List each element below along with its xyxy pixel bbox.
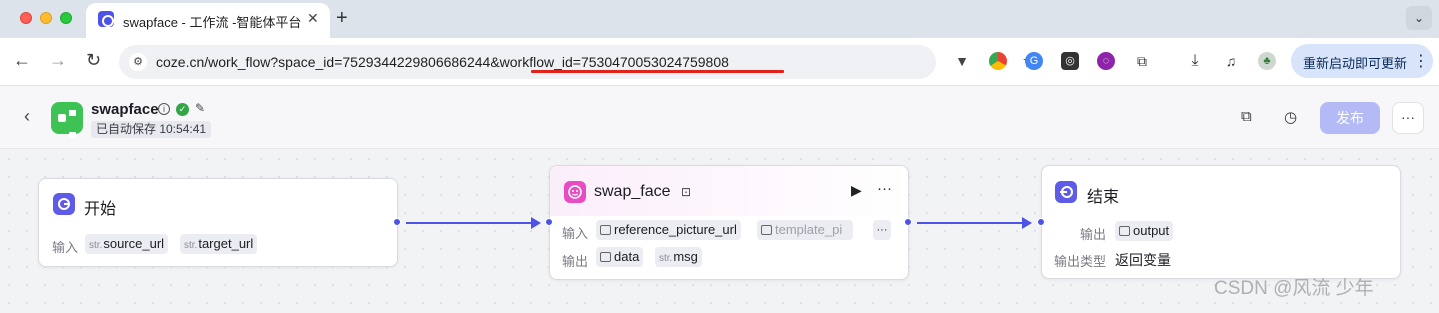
node-menu-icon[interactable]: ··· <box>877 180 892 197</box>
capture-extension-icon[interactable]: ◎ <box>1061 52 1079 70</box>
forward-arrow-icon[interactable]: → <box>49 50 67 71</box>
run-node-icon[interactable]: ▶ <box>851 182 862 199</box>
swap-input-port[interactable] <box>545 218 553 226</box>
edge-start-swap <box>406 222 533 224</box>
swap-output-label: 输出 <box>562 254 589 269</box>
url-red-underline <box>531 70 784 73</box>
tab-search-button[interactable]: ⌄ <box>1406 6 1432 30</box>
relaunch-update-button[interactable]: 重新启动即可更新 ⋮ <box>1291 44 1433 78</box>
browser-tab-bar: swapface - 工作流 -智能体平台 ✕ + ⌄ <box>0 0 1439 38</box>
swap-face-node-title: swap_face <box>594 183 671 200</box>
vimeo-extension-icon[interactable]: ▼ <box>953 52 971 70</box>
swap-face-node[interactable]: swap_face ⊡ ▶ ··· 输入 reference_picture_u… <box>545 165 912 280</box>
image-type-icon <box>600 252 611 262</box>
workflow-name: swapface <box>91 101 159 118</box>
back-chevron-icon[interactable]: ‹ <box>24 106 30 127</box>
end-node[interactable]: 结束 输出 output 输出类型 返回变量 <box>1037 165 1401 279</box>
end-node-icon <box>1055 181 1077 203</box>
edit-icon[interactable]: ✎ <box>195 101 205 115</box>
start-input-tag: str.target_url <box>180 234 258 254</box>
plugin-face-icon <box>564 181 586 203</box>
chrome-extension-icon[interactable] <box>989 52 1007 70</box>
vpn-extension-icon[interactable]: ◌ <box>1097 52 1115 70</box>
tab-close-icon[interactable]: ✕ <box>307 10 319 27</box>
update-label: 重新启动即可更新 <box>1303 56 1408 71</box>
start-node-icon <box>53 193 75 215</box>
swap-input-label: 输入 <box>562 226 589 241</box>
publish-button[interactable]: 发布 <box>1320 102 1380 134</box>
media-control-icon[interactable]: ♫ <box>1222 52 1240 70</box>
history-icon[interactable]: ◷ <box>1284 108 1297 126</box>
swap-input-tag: reference_picture_url <box>596 220 741 240</box>
info-icon[interactable]: i <box>158 103 170 115</box>
more-inputs-button[interactable]: ··· <box>873 220 891 240</box>
image-type-icon <box>1119 226 1130 236</box>
end-node-title: 结束 <box>1087 189 1120 206</box>
copy-icon[interactable]: ⧉ <box>1241 108 1252 125</box>
workflow-header: ‹ swapface i ✓ ✎ 已自动保存 10:54:41 ⧉ ◷ 发布 ·… <box>0 87 1439 149</box>
address-bar[interactable]: ⚙ coze.cn/work_flow?space_id=75293442298… <box>119 45 1038 79</box>
back-arrow-icon[interactable]: ← <box>13 50 31 71</box>
end-input-port[interactable] <box>1037 218 1045 226</box>
plugin-badge-icon: ⊡ <box>681 185 692 199</box>
end-output-type-value: 返回变量 <box>1115 252 1171 268</box>
coze-favicon-icon <box>98 11 114 27</box>
start-node[interactable]: 开始 输入 str.source_url str.target_url <box>38 178 401 267</box>
minimize-window-button[interactable] <box>40 12 52 24</box>
image-type-icon <box>600 225 611 235</box>
autosave-status: 已自动保存 10:54:41 <box>91 121 212 138</box>
url-text[interactable]: coze.cn/work_flow?space_id=7529344229806… <box>156 54 729 70</box>
image-type-icon <box>761 225 772 235</box>
start-input-label: 输入 <box>52 240 79 255</box>
swap-input-tag: template_pi <box>757 220 853 240</box>
profile-avatar-icon[interactable]: ♣ <box>1258 52 1276 70</box>
start-input-tag: str.source_url <box>85 234 169 254</box>
check-icon: ✓ <box>176 103 189 116</box>
swap-output-port[interactable] <box>904 218 912 226</box>
translate-extension-icon[interactable]: G <box>1025 52 1043 70</box>
extensions-puzzle-icon[interactable]: ⧉ <box>1133 52 1151 70</box>
start-node-title: 开始 <box>84 201 117 218</box>
download-icon[interactable]: ⤓ <box>1186 52 1204 70</box>
browser-toolbar: ← → ↻ ⚙ coze.cn/work_flow?space_id=75293… <box>0 38 1439 86</box>
tab-title: swapface - 工作流 -智能体平台 <box>123 15 302 30</box>
edge-arrow-icon <box>531 217 541 229</box>
swap-output-tag: data <box>596 247 644 267</box>
browser-menu-icon[interactable]: ⋮ <box>1413 51 1429 71</box>
browser-tab[interactable]: swapface - 工作流 -智能体平台 ✕ <box>86 3 330 38</box>
maximize-window-button[interactable] <box>60 12 72 24</box>
edge-swap-end <box>917 222 1024 224</box>
watermark: CSDN @风流 少年 <box>1214 278 1374 299</box>
new-tab-button[interactable]: + <box>336 7 348 30</box>
end-output-tag: output <box>1115 221 1174 241</box>
swap-output-tag: str.msg <box>655 247 702 267</box>
reload-icon[interactable]: ↻ <box>86 50 101 71</box>
end-output-label: 输出 <box>1080 227 1107 242</box>
end-output-type-label: 输出类型 <box>1054 254 1107 269</box>
start-output-port[interactable] <box>393 218 401 226</box>
workflow-logo-icon <box>51 102 83 138</box>
more-options-button[interactable]: ··· <box>1392 102 1424 134</box>
close-window-button[interactable] <box>20 12 32 24</box>
edge-arrow-icon <box>1022 217 1032 229</box>
workflow-canvas[interactable]: 开始 输入 str.source_url str.target_url swap… <box>0 150 1439 313</box>
site-settings-icon[interactable]: ⚙ <box>129 53 147 71</box>
